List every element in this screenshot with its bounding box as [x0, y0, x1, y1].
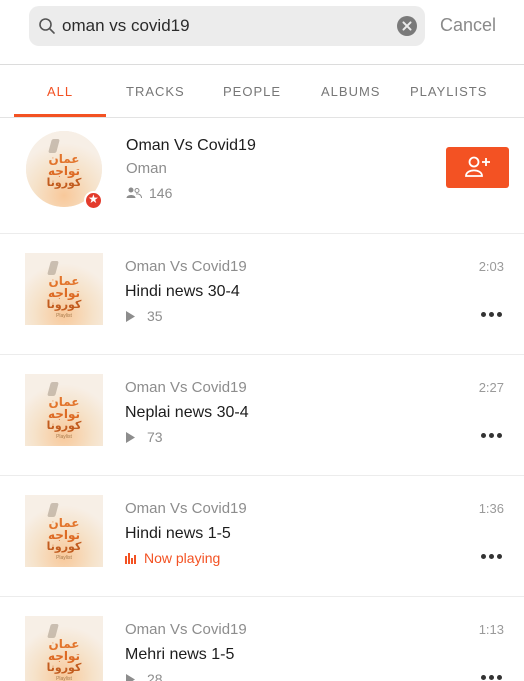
more-options-icon[interactable]: [481, 675, 505, 681]
artwork-text: عمان تواجه كورونا: [46, 395, 82, 432]
cancel-button[interactable]: Cancel: [440, 15, 496, 36]
row-divider: [0, 233, 524, 234]
star-badge-icon: [84, 191, 103, 210]
avatar-artwork-text: عمان تواجه كورونا: [46, 152, 82, 189]
track-title[interactable]: Neplai news 30-4: [125, 404, 249, 422]
track-duration: 2:03: [478, 259, 504, 274]
play-count-icon: [126, 432, 135, 443]
track-artwork[interactable]: عمان تواجه كورونا Playlist: [25, 253, 103, 325]
more-options-icon[interactable]: [481, 312, 505, 318]
follow-button[interactable]: [446, 147, 509, 188]
track-duration: 1:36: [478, 501, 504, 516]
tab-playlists[interactable]: PLAYLISTS: [410, 84, 487, 99]
artwork-text: عمان تواجه كورونا: [46, 516, 82, 553]
play-count: 35: [147, 308, 163, 324]
follow-user-icon: [465, 156, 490, 177]
more-options-icon[interactable]: [481, 554, 505, 560]
track-artwork[interactable]: عمان تواجه كورونا Playlist: [25, 374, 103, 446]
tab-all[interactable]: ALL: [47, 84, 73, 99]
search-icon: [39, 18, 55, 34]
tab-people[interactable]: PEOPLE: [223, 84, 281, 99]
row-divider: [0, 596, 524, 597]
row-divider: [0, 475, 524, 476]
track-artwork[interactable]: عمان تواجه كورونا Playlist: [25, 495, 103, 567]
track-duration: 2:27: [478, 380, 504, 395]
artwork-tag: Playlist: [56, 676, 72, 681]
search-input[interactable]: oman vs covid19: [29, 6, 425, 46]
clear-search-icon[interactable]: [397, 16, 417, 36]
artwork-tag: Playlist: [56, 313, 72, 319]
tabs-divider: [0, 117, 524, 118]
more-options-icon[interactable]: [481, 433, 505, 439]
now-playing-label: Now playing: [144, 550, 221, 566]
track-artist[interactable]: Oman Vs Covid19: [125, 500, 247, 517]
track-duration: 1:13: [478, 622, 504, 637]
now-playing-icon: [125, 553, 136, 564]
track-title[interactable]: Hindi news 1-5: [125, 525, 231, 543]
track-artist[interactable]: Oman Vs Covid19: [125, 258, 247, 275]
search-query[interactable]: oman vs covid19: [62, 16, 190, 36]
tab-albums[interactable]: ALBUMS: [321, 84, 380, 99]
play-count-icon: [126, 674, 135, 681]
play-count: 73: [147, 429, 163, 445]
artwork-text: عمان تواجه كورونا: [46, 637, 82, 674]
followers-icon: [126, 187, 142, 199]
track-artwork[interactable]: عمان تواجه كورونا Playlist: [25, 616, 103, 681]
user-name[interactable]: Oman Vs Covid19: [126, 137, 256, 155]
user-subtitle: Oman: [126, 160, 167, 177]
track-artist[interactable]: Oman Vs Covid19: [125, 621, 247, 638]
artwork-tag: Playlist: [56, 555, 72, 561]
header-divider: [0, 64, 524, 65]
followers-count: 146: [149, 185, 173, 201]
track-artist[interactable]: Oman Vs Covid19: [125, 379, 247, 396]
play-count: 28: [147, 671, 163, 681]
play-count-icon: [126, 311, 135, 322]
artwork-tag: Playlist: [56, 434, 72, 440]
filter-tabs: ALL TRACKS PEOPLE ALBUMS PLAYLISTS: [0, 84, 524, 104]
tab-tracks[interactable]: TRACKS: [126, 84, 185, 99]
track-title[interactable]: Hindi news 30-4: [125, 283, 240, 301]
track-title[interactable]: Mehri news 1-5: [125, 646, 234, 664]
artwork-text: عمان تواجه كورونا: [46, 274, 82, 311]
row-divider: [0, 354, 524, 355]
